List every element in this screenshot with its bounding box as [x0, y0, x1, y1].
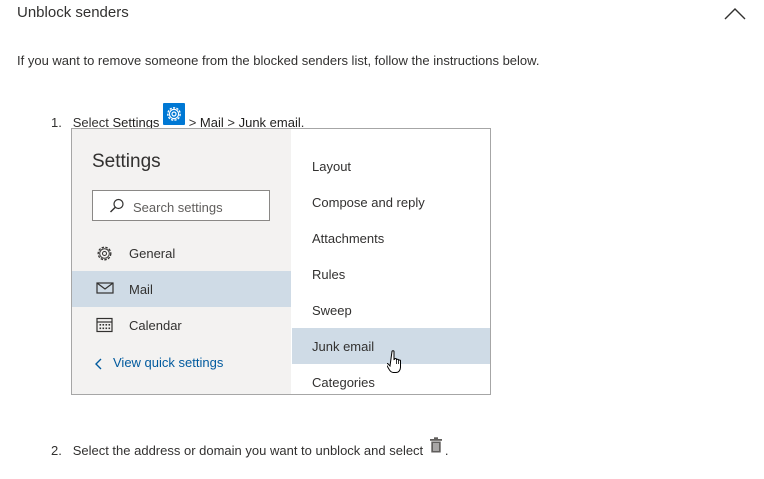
nav-item-mail[interactable]: Mail [72, 271, 291, 307]
nav-item-label: Calendar [129, 318, 182, 333]
nav-item-calendar[interactable]: Calendar [72, 307, 291, 343]
settings-item-layout[interactable]: Layout [292, 148, 490, 184]
search-input[interactable]: Search settings [92, 190, 270, 221]
settings-nav-pane: Settings Search settings General Mail Ca… [72, 129, 291, 394]
settings-item-attachments[interactable]: Attachments [292, 220, 490, 256]
search-icon [110, 198, 124, 213]
settings-item-label: Attachments [312, 231, 385, 246]
chevron-up-icon[interactable] [722, 5, 748, 23]
step-text: Select the address or domain you want to… [72, 443, 424, 458]
gear-icon [97, 246, 112, 261]
step-number: 1. [51, 115, 62, 130]
settings-item-label: Compose and reply [312, 195, 425, 210]
mail-icon [96, 282, 114, 294]
step-number: 2. [51, 443, 62, 458]
settings-item-label: Sweep [312, 303, 352, 318]
nav-item-general[interactable]: General [72, 235, 291, 271]
settings-item-label: Categories [312, 375, 375, 390]
settings-screenshot: Settings Search settings General Mail Ca… [71, 128, 491, 395]
nav-item-label: Mail [129, 282, 153, 297]
section-title: Unblock senders [17, 4, 129, 21]
calendar-icon [96, 317, 113, 333]
settings-item-label: Layout [312, 159, 352, 174]
quick-link-label: View quick settings [113, 355, 224, 370]
settings-item-sweep[interactable]: Sweep [292, 292, 490, 328]
nav-item-label: General [129, 246, 176, 261]
settings-title: Settings [92, 151, 161, 172]
step-2: 2. Select the address or domain you want… [51, 437, 448, 458]
settings-item-compose-and-reply[interactable]: Compose and reply [292, 184, 490, 220]
intro-text: If you want to remove someone from the b… [17, 53, 540, 68]
step-1: 1. Select Settings > Mail > Junk email. [51, 103, 304, 130]
period: . [444, 443, 449, 458]
settings-gear-icon [163, 103, 186, 125]
settings-item-label: Rules [312, 267, 346, 282]
trash-icon [429, 437, 442, 453]
settings-item-rules[interactable]: Rules [292, 256, 490, 292]
settings-item-label: Junk email [312, 339, 375, 354]
search-placeholder: Search settings [133, 200, 223, 215]
hand-cursor-icon [387, 350, 401, 373]
chevron-left-icon [95, 358, 102, 370]
